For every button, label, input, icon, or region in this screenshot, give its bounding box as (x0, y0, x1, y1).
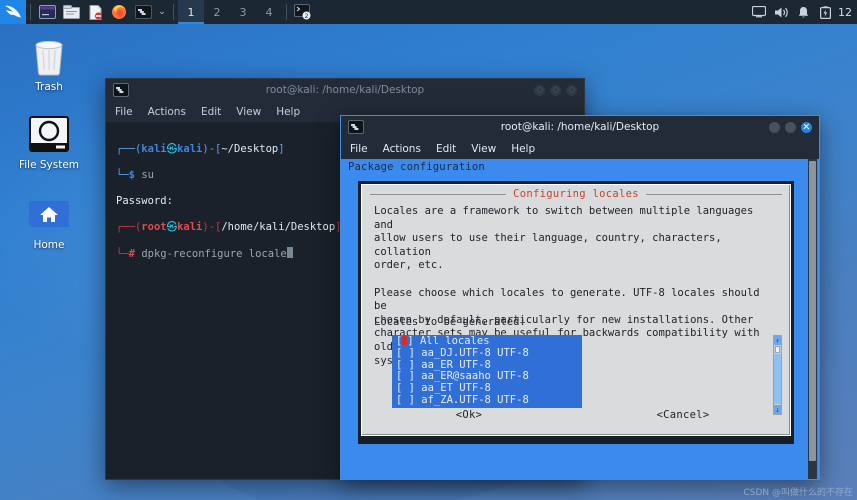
desktop-icon-trash[interactable]: Trash (10, 34, 88, 93)
workspace-3[interactable]: 3 (230, 0, 256, 24)
maximize-button[interactable] (550, 84, 561, 96)
watermark: CSDN @叫做什么的不存在 (743, 488, 853, 498)
dialog-shadow: Configuring locales Locales are a framew… (358, 181, 794, 444)
list-item-label: All locales (419, 335, 490, 347)
prompt-path: ~/Desktop (221, 143, 279, 155)
menu-actions[interactable]: Actions (148, 106, 186, 118)
file-manager-launcher[interactable] (59, 0, 83, 24)
list-item-label: aa_ET UTF-8 (421, 382, 491, 395)
taskbar: ⌄ 1 2 3 4 2 12 (0, 0, 857, 24)
list-item-label: aa_ER@saaho UTF-8 (421, 370, 529, 383)
menu-file[interactable]: File (350, 143, 368, 155)
text-editor-launcher[interactable] (83, 0, 107, 24)
package-configuration-header: Package configuration (341, 159, 819, 176)
taskbar-divider-1 (30, 4, 31, 20)
locales-list[interactable]: [] All locales [ ] aa_DJ.UTF-8 UTF-8 [ ]… (392, 335, 582, 408)
scrollbar-thumb[interactable] (775, 346, 780, 353)
dialog-title: Configuring locales (506, 188, 646, 200)
menu-help[interactable]: Help (276, 106, 300, 118)
terminal-launcher[interactable] (35, 0, 59, 24)
command-su: su (141, 169, 154, 181)
prompt-host: kali (177, 143, 203, 155)
battery-icon[interactable] (814, 0, 836, 24)
configuring-locales-dialog: Configuring locales Locales are a framew… (361, 184, 791, 436)
clock[interactable]: 12 (836, 6, 855, 19)
desktop-icon-label: Home (33, 239, 65, 251)
close-button[interactable] (566, 84, 577, 96)
menu-help[interactable]: Help (511, 143, 535, 155)
chevron-down-icon[interactable]: ⌄ (155, 0, 169, 24)
cancel-button[interactable]: <Cancel> (576, 409, 790, 421)
list-item-label: af_ZA.UTF-8 UTF-8 (421, 393, 529, 406)
close-button[interactable] (801, 121, 812, 133)
taskbar-divider-2 (173, 4, 174, 20)
selection-cursor (402, 336, 408, 345)
desktop-icon-file-system[interactable]: File System (10, 112, 88, 171)
terminal-dropdown-launcher[interactable] (131, 0, 155, 24)
kali-dragon-logo[interactable] (0, 0, 26, 24)
menu-edit[interactable]: Edit (201, 106, 221, 118)
window-1-controls (534, 84, 580, 96)
menu-view[interactable]: View (471, 143, 496, 155)
firefox-launcher[interactable] (107, 0, 131, 24)
harddisk-icon (26, 112, 72, 156)
list-item[interactable]: [ ] af_ZA.UTF-8 UTF-8 (392, 393, 582, 407)
prompt-path-root: /home/kali/Desktop (221, 221, 336, 233)
window-list-button[interactable]: 2 (291, 0, 315, 24)
locales-list-label: Locales to be generated: (374, 316, 526, 328)
workspace-1[interactable]: 1 (178, 0, 204, 24)
window-2-controls (769, 121, 815, 133)
window-2-menubar: File Actions Edit View Help (341, 138, 819, 159)
desktop-icon-label: Trash (35, 81, 63, 93)
dialog-scrollbar[interactable]: ↑ ↓ (773, 335, 782, 415)
minimize-button[interactable] (769, 121, 780, 133)
terminal-icon (134, 5, 152, 19)
menu-edit[interactable]: Edit (436, 143, 456, 155)
workspace-switcher: 1 2 3 4 (178, 0, 282, 24)
workspace-2[interactable]: 2 (204, 0, 230, 24)
prompt-user: kali (141, 143, 167, 155)
maximize-button[interactable] (785, 121, 796, 133)
svg-text:2: 2 (305, 13, 309, 20)
window-1-title: root@kali: /home/kali/Desktop (265, 84, 425, 96)
dialog-buttons: <Ok> <Cancel> (362, 409, 790, 421)
desktop-icon-label: File System (18, 159, 80, 171)
notification-bell-icon[interactable] (792, 0, 814, 24)
taskbar-divider-3 (286, 4, 287, 20)
menu-file[interactable]: File (115, 106, 133, 118)
workspace-4[interactable]: 4 (256, 0, 282, 24)
window-2-title: root@kali: /home/kali/Desktop (500, 121, 660, 133)
terminal-cursor (286, 247, 293, 258)
terminal-icon (348, 120, 364, 134)
volume-icon[interactable] (770, 0, 792, 24)
trash-icon (26, 34, 72, 78)
home-icon (26, 192, 72, 236)
window-2-titlebar[interactable]: root@kali: /home/kali/Desktop (341, 116, 819, 138)
list-item-label: aa_DJ.UTF-8 UTF-8 (421, 346, 529, 359)
ok-button[interactable]: <Ok> (362, 409, 576, 421)
prompt-user-root: root (141, 221, 167, 233)
scrollbar-thumb[interactable] (809, 161, 816, 461)
whiptail-dialog-area: Package configuration Configuring locale… (341, 159, 819, 479)
display-icon[interactable] (748, 0, 770, 24)
scrollbar-fill (774, 354, 781, 404)
window-1-titlebar[interactable]: root@kali: /home/kali/Desktop (106, 79, 584, 101)
minimize-button[interactable] (534, 84, 545, 96)
desktop-icon-home[interactable]: Home (10, 192, 88, 251)
command-dpkg-reconfigure: dpkg-reconfigure locale (141, 248, 287, 260)
terminal-icon (113, 83, 129, 97)
list-item-label: aa_ER UTF-8 (421, 358, 491, 371)
terminal-2-scrollbar[interactable] (808, 159, 817, 479)
menu-actions[interactable]: Actions (383, 143, 421, 155)
scroll-up-arrow-icon[interactable]: ↑ (774, 336, 781, 345)
menu-view[interactable]: View (236, 106, 261, 118)
terminal-window-2[interactable]: root@kali: /home/kali/Desktop File Actio… (340, 115, 820, 480)
prompt-host-root: kali (177, 221, 203, 233)
